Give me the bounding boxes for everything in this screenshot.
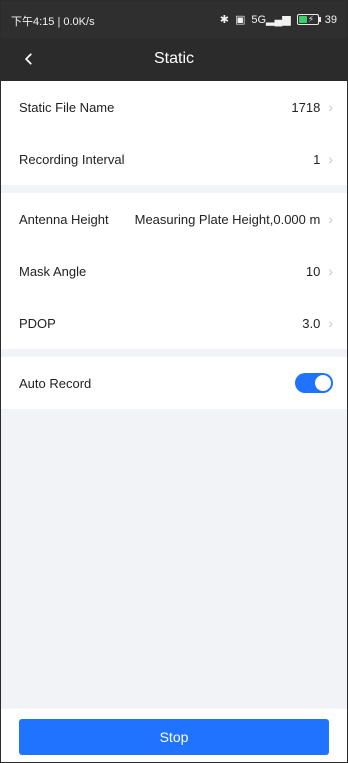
battery-percent: 39 [324,13,337,26]
settings-group-2: Antenna Height Measuring Plate Height,0.… [1,193,347,349]
setting-label: Static File Name [19,99,115,115]
status-bar: 下午4:15 | 0.0K/s ✱ ▣ 5G▂▄▆ ⚡ 39 [1,1,347,38]
chevron-right-icon: › [328,263,333,279]
setting-value-wrap: 3.0 › [302,315,333,331]
status-right-icons: ✱ ▣ 5G▂▄▆ ⚡ 39 [219,13,337,27]
setting-label: Antenna Height [19,211,109,227]
status-left-text: 下午4:15 | 0.0K/s [11,16,95,28]
hd-icon: ▣ [234,14,246,26]
content-background [1,409,347,709]
setting-label: Auto Record [19,375,92,391]
setting-value: 3.0 [302,315,321,331]
setting-value: 1718 [291,99,321,115]
setting-row-mask-angle[interactable]: Mask Angle 10 › [1,245,347,297]
section-divider [1,185,347,193]
setting-label: PDOP [19,315,56,331]
setting-row-static-file-name[interactable]: Static File Name 1718 › [1,81,347,133]
section-divider [1,349,347,357]
network-type-text: 5G [251,14,267,26]
page-title: Static [153,50,194,67]
auto-record-toggle[interactable] [295,373,333,393]
battery-level [298,16,307,23]
toggle-knob [315,375,331,391]
bluetooth-icon: ✱ [219,14,229,26]
top-app-bar: Static [1,38,347,81]
setting-value-wrap: 1 › [313,151,333,167]
setting-label: Mask Angle [19,263,87,279]
setting-label: Recording Interval [19,151,125,167]
stop-button[interactable]: Stop [19,719,329,755]
chevron-right-icon: › [328,211,333,227]
charging-icon: ⚡ [307,14,315,24]
signal-icon: 5G▂▄▆ [251,14,291,26]
chevron-right-icon: › [328,315,333,331]
setting-row-auto-record[interactable]: Auto Record [1,357,347,409]
setting-value-wrap: Measuring Plate Height,0.000 m › [135,211,333,227]
battery-icon: ⚡ [296,14,321,25]
setting-value-wrap: 10 › [306,263,333,279]
setting-value: 1 [313,151,321,167]
setting-row-recording-interval[interactable]: Recording Interval 1 › [1,133,347,185]
setting-value-wrap: 1718 › [291,99,333,115]
setting-row-pdop[interactable]: PDOP 3.0 › [1,297,347,349]
setting-value: 10 [305,263,321,279]
chevron-right-icon: › [328,99,333,115]
chevron-right-icon: › [328,151,333,167]
settings-group-3: Auto Record [1,357,347,409]
setting-row-antenna-height[interactable]: Antenna Height Measuring Plate Height,0.… [1,193,347,245]
setting-value: Measuring Plate Height,0.000 m [134,211,321,227]
settings-group-1: Static File Name 1718 › Recording Interv… [1,81,347,185]
